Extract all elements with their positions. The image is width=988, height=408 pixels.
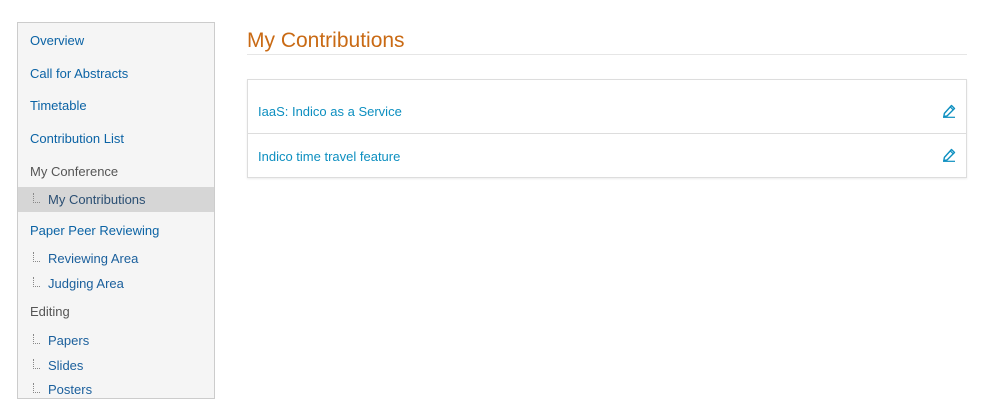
sidebar-item-label: Paper Peer Reviewing (30, 223, 160, 238)
sidebar-item-slides[interactable]: Slides (18, 358, 214, 374)
title-divider (247, 54, 967, 55)
sidebar-item-label: Call for Abstracts (30, 66, 129, 81)
sidebar-item-label: Overview (30, 33, 85, 48)
sidebar-section-editing: Editing (18, 304, 214, 320)
sidebar-item-my-contributions[interactable]: My Contributions (18, 187, 214, 212)
sidebar-item-label: Posters (48, 382, 93, 397)
sidebar-item-papers[interactable]: Papers (18, 333, 214, 349)
page: Overview Call for Abstracts Timetable Co… (0, 0, 988, 408)
sidebar-section-label: My Conference (30, 164, 119, 179)
tree-connector-icon (33, 359, 40, 369)
tree-connector-icon (33, 193, 40, 203)
tree-connector-icon (33, 383, 40, 393)
contributions-list: IaaS: Indico as a Service Indico time tr… (247, 79, 967, 178)
sidebar-item-overview[interactable]: Overview (18, 33, 214, 49)
tree-connector-icon (33, 334, 40, 344)
sidebar-item-label: Reviewing Area (48, 251, 139, 266)
sidebar-section-label: Editing (30, 304, 70, 319)
tree-connector-icon (33, 277, 40, 287)
list-item: IaaS: Indico as a Service (248, 80, 966, 134)
sidebar-item-call-for-abstracts[interactable]: Call for Abstracts (18, 66, 214, 82)
edit-icon[interactable] (942, 104, 956, 118)
conference-menu: Overview Call for Abstracts Timetable Co… (17, 22, 215, 399)
edit-icon[interactable] (942, 148, 956, 162)
sidebar-item-label: Contribution List (30, 131, 124, 146)
sidebar-item-judging-area[interactable]: Judging Area (18, 276, 214, 292)
sidebar-item-posters[interactable]: Posters (18, 382, 214, 398)
sidebar-item-reviewing-area[interactable]: Reviewing Area (18, 251, 214, 267)
sidebar-item-label: My Contributions (48, 192, 146, 207)
contribution-link[interactable]: Indico time travel feature (258, 149, 400, 164)
sidebar-item-label: Judging Area (48, 276, 124, 291)
sidebar-item-contribution-list[interactable]: Contribution List (18, 131, 214, 147)
sidebar-item-paper-peer-reviewing[interactable]: Paper Peer Reviewing (18, 223, 214, 239)
sidebar-section-my-conference: My Conference (18, 164, 214, 180)
page-title: My Contributions (247, 29, 405, 52)
list-item: Indico time travel feature (248, 134, 966, 177)
tree-connector-icon (33, 252, 40, 262)
sidebar-item-timetable[interactable]: Timetable (18, 98, 214, 114)
sidebar-item-label: Slides (48, 358, 84, 373)
sidebar-item-label: Papers (48, 333, 90, 348)
contribution-link[interactable]: IaaS: Indico as a Service (258, 104, 402, 119)
sidebar-item-label: Timetable (30, 98, 87, 113)
